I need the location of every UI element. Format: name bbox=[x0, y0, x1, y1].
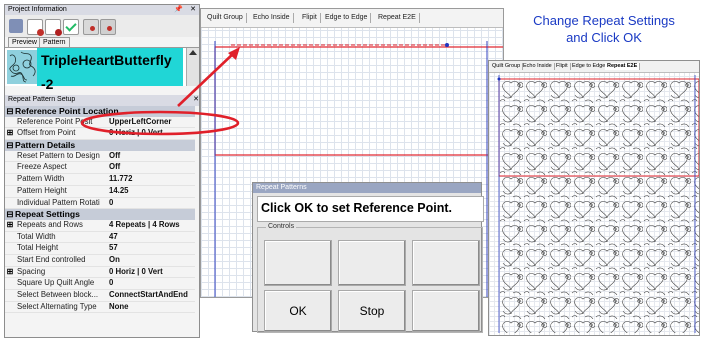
property-row[interactable]: Select Alternating Type None bbox=[5, 301, 195, 314]
control-button-3[interactable] bbox=[412, 240, 480, 286]
pin-icon[interactable]: 📌 bbox=[174, 5, 183, 15]
property-row[interactable]: Individual Pattern Rotati 0 bbox=[5, 197, 195, 210]
close-icon[interactable]: ✕ bbox=[190, 5, 196, 15]
property-label: Repeats and Rows bbox=[17, 219, 83, 229]
instruction-text: Change Repeat Settings and Click OK bbox=[512, 12, 696, 46]
expand-icon[interactable]: ⊞ bbox=[6, 267, 14, 278]
checklist-icon[interactable] bbox=[63, 19, 79, 35]
expand-icon[interactable]: ⊞ bbox=[6, 220, 14, 231]
property-value[interactable]: 0 bbox=[109, 278, 113, 289]
property-row[interactable]: ⊞ Repeats and Rows 4 Repeats | 4 Rows bbox=[5, 219, 195, 232]
property-label: Square Up Quilt Angle bbox=[17, 278, 95, 288]
new-document-icon[interactable] bbox=[27, 19, 44, 36]
stop-button[interactable]: Stop bbox=[338, 290, 406, 332]
property-label: Total Width bbox=[17, 231, 56, 241]
property-label: Start End controlled bbox=[17, 254, 86, 264]
preview-scrollbar[interactable] bbox=[186, 48, 199, 86]
controls-label: Controls bbox=[266, 223, 297, 230]
control-button-6[interactable] bbox=[412, 290, 480, 332]
tools-icon[interactable] bbox=[83, 19, 99, 35]
collapse-icon[interactable]: ⊟ bbox=[5, 209, 15, 220]
property-value[interactable]: Off bbox=[109, 162, 120, 173]
property-row[interactable]: Reset Pattern to Design Off bbox=[5, 150, 195, 163]
pattern-name: TripleHeartButterfly -2 bbox=[37, 48, 183, 92]
property-row[interactable]: Pattern Width 11.772 bbox=[5, 174, 195, 186]
property-value[interactable]: 0 bbox=[109, 198, 113, 209]
close-icon[interactable]: ✕ bbox=[193, 95, 199, 105]
property-row[interactable]: Pattern Height 14.25 bbox=[5, 185, 195, 198]
property-row[interactable]: Start End controlled On bbox=[5, 254, 195, 267]
collapse-icon[interactable]: ⊟ bbox=[5, 106, 15, 117]
preview-tabs: Preview Pattern bbox=[5, 37, 199, 48]
property-row[interactable]: Select Between block... ConnectStartAndEn… bbox=[5, 290, 195, 302]
result-screenshot: Quilt Group Echo Inside Flipit Edge to E… bbox=[488, 60, 700, 336]
property-row[interactable]: Total Height 57 bbox=[5, 243, 195, 255]
control-button-2[interactable] bbox=[338, 240, 406, 286]
settings-icon[interactable] bbox=[100, 19, 116, 35]
category-label: Repeat Settings bbox=[15, 209, 80, 220]
collapse-icon[interactable]: ⊟ bbox=[5, 140, 15, 151]
category-row[interactable]: ⊟Reference Point Location bbox=[5, 106, 195, 117]
expand-icon[interactable]: ⊞ bbox=[6, 128, 14, 139]
quilt-pattern-preview bbox=[497, 75, 699, 333]
property-value[interactable]: 11.772 bbox=[109, 174, 132, 185]
property-value[interactable]: 14.25 bbox=[109, 186, 129, 197]
category-row[interactable]: ⊟Pattern Details bbox=[5, 140, 195, 151]
instruction-line-1: Change Repeat Settings bbox=[533, 13, 675, 28]
property-row[interactable]: Square Up Quilt Angle 0 bbox=[5, 278, 195, 290]
property-row[interactable]: Reference Point Posit UpperLeftCorner bbox=[5, 116, 195, 129]
property-row[interactable]: Freeze Aspect Off bbox=[5, 162, 195, 175]
control-button-1[interactable] bbox=[264, 240, 332, 286]
instruction-line-2: and Click OK bbox=[566, 30, 642, 45]
project-info-title: Project Information bbox=[8, 6, 67, 13]
property-value[interactable]: On bbox=[109, 255, 120, 266]
property-value[interactable]: None bbox=[109, 302, 129, 313]
property-row[interactable]: ⊞ Offset from Point 0 Horiz | 0 Vert bbox=[5, 128, 195, 141]
property-label: Select Between block... bbox=[17, 290, 99, 299]
property-label: Spacing bbox=[17, 266, 46, 276]
property-value[interactable]: 4 Repeats | 4 Rows bbox=[109, 220, 180, 231]
project-toolbar bbox=[5, 15, 199, 37]
property-row[interactable]: ⊞ Spacing 0 Horiz | 0 Vert bbox=[5, 266, 195, 279]
controls-group: Controls OK Stop bbox=[257, 223, 483, 333]
property-label: Offset from Point bbox=[17, 128, 76, 138]
dialog-title: Repeat Patterns bbox=[253, 183, 481, 193]
pattern-preview-row[interactable]: TripleHeartButterfly -2 bbox=[5, 47, 199, 92]
open-document-icon[interactable] bbox=[45, 19, 62, 36]
property-row[interactable]: Total Width 47 bbox=[5, 231, 195, 244]
property-label: Freeze Aspect bbox=[17, 162, 67, 172]
scroll-up-icon[interactable] bbox=[189, 50, 197, 55]
property-value[interactable]: ConnectStartAndEnd bbox=[109, 290, 188, 301]
project-info-titlebar: Project Information ✕ 📌 bbox=[5, 5, 199, 15]
property-grid: ⊟Reference Point Location Reference Point… bbox=[5, 106, 195, 314]
property-label: Pattern Height bbox=[17, 185, 67, 195]
property-label: Select Alternating Type bbox=[17, 301, 97, 311]
repeat-setup-titlebar: Repeat Pattern Setup ✕ bbox=[5, 95, 199, 106]
repeat-patterns-dialog: Repeat Patterns Click OK to set Referenc… bbox=[252, 182, 484, 333]
property-label: Reset Pattern to Design bbox=[17, 150, 100, 160]
property-label: Total Height bbox=[17, 243, 59, 253]
property-value[interactable]: 57 bbox=[109, 243, 118, 254]
property-label: Pattern Width bbox=[17, 174, 65, 184]
property-value[interactable]: 0 Horiz | 0 Vert bbox=[109, 128, 163, 139]
category-label: Reference Point Location bbox=[15, 106, 119, 116]
ok-button[interactable]: OK bbox=[264, 290, 332, 332]
property-value[interactable]: UpperLeftCorner bbox=[109, 117, 171, 128]
repeat-setup-title: Repeat Pattern Setup bbox=[8, 96, 76, 103]
property-label: Reference Point Posit bbox=[17, 116, 93, 126]
save-icon[interactable] bbox=[9, 19, 23, 33]
category-row[interactable]: ⊟Repeat Settings bbox=[5, 209, 195, 220]
pattern-thumbnail bbox=[7, 50, 37, 84]
property-value[interactable]: 0 Horiz | 0 Vert bbox=[109, 267, 163, 278]
property-value[interactable]: 47 bbox=[109, 232, 118, 243]
category-label: Pattern Details bbox=[15, 140, 76, 151]
property-value[interactable]: Off bbox=[109, 151, 120, 162]
dialog-message: Click OK to set Reference Point. bbox=[257, 196, 484, 222]
property-label: Individual Pattern Rotati bbox=[17, 197, 100, 207]
